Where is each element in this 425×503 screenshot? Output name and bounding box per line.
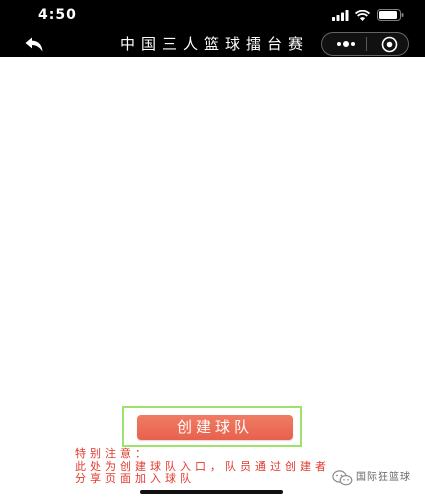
- battery-icon: [377, 9, 404, 21]
- back-icon: [25, 37, 43, 51]
- create-team-button[interactable]: 创建球队: [137, 415, 293, 440]
- create-team-highlight: 创建球队: [122, 406, 302, 447]
- home-indicator[interactable]: [140, 490, 283, 494]
- target-icon: [381, 36, 397, 52]
- page-title: 中国三人篮球擂台赛: [120, 35, 310, 53]
- back-button[interactable]: [22, 34, 46, 54]
- notice-line: 分享页面加入球队: [75, 472, 195, 485]
- notice: 特别注意： 此处为创建球队入口，队员通过创建者 分享页面加入球队: [75, 447, 375, 486]
- watermark: 国际狂篮球: [332, 469, 420, 487]
- status-time: 4:50: [38, 7, 77, 23]
- wechat-icon: [332, 470, 353, 486]
- signal-icon: [332, 10, 349, 21]
- more-icon: [337, 41, 355, 47]
- top-bar: 4:50 中国三人篮球擂台赛: [0, 0, 425, 57]
- wifi-icon: [355, 10, 370, 21]
- close-mini-program-button[interactable]: [374, 35, 404, 53]
- capsule-divider: [366, 37, 367, 51]
- more-button[interactable]: [330, 35, 362, 53]
- capsule-menu: [321, 32, 409, 56]
- mini-program-screen: 4:50 中国三人篮球擂台赛 创建球队 特别注意： 此处为创建球队入口，队员通过…: [0, 0, 425, 503]
- watermark-text: 国际狂篮球: [356, 472, 411, 483]
- notice-heading: 特别注意：: [75, 447, 150, 460]
